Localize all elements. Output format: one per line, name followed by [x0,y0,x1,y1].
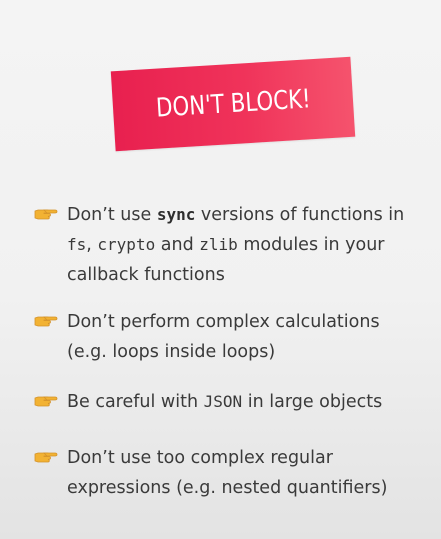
banner-title: DON'T BLOCK! [154,84,312,124]
pointing-hand-icon [34,209,58,220]
tip-text: Be careful with JSON in large objects [67,392,383,412]
tip-text: Don’t use sync versions of functions in … [67,205,405,285]
tip-text: Don’t use too complex regular expression… [67,448,388,498]
pointing-hand-icon [34,396,58,407]
pointing-hand-icon [34,316,58,327]
json-code: JSON [203,392,243,411]
crypto-code: crypto [97,235,156,254]
pointing-hand-icon [34,452,58,463]
dont-block-banner: DON'T BLOCK! [110,56,356,152]
fs-code: fs [67,235,87,254]
sync-code: sync [156,205,196,224]
zlib-code: zlib [199,235,238,254]
tip-text: Don’t perform complex calculations (e.g.… [67,312,380,362]
